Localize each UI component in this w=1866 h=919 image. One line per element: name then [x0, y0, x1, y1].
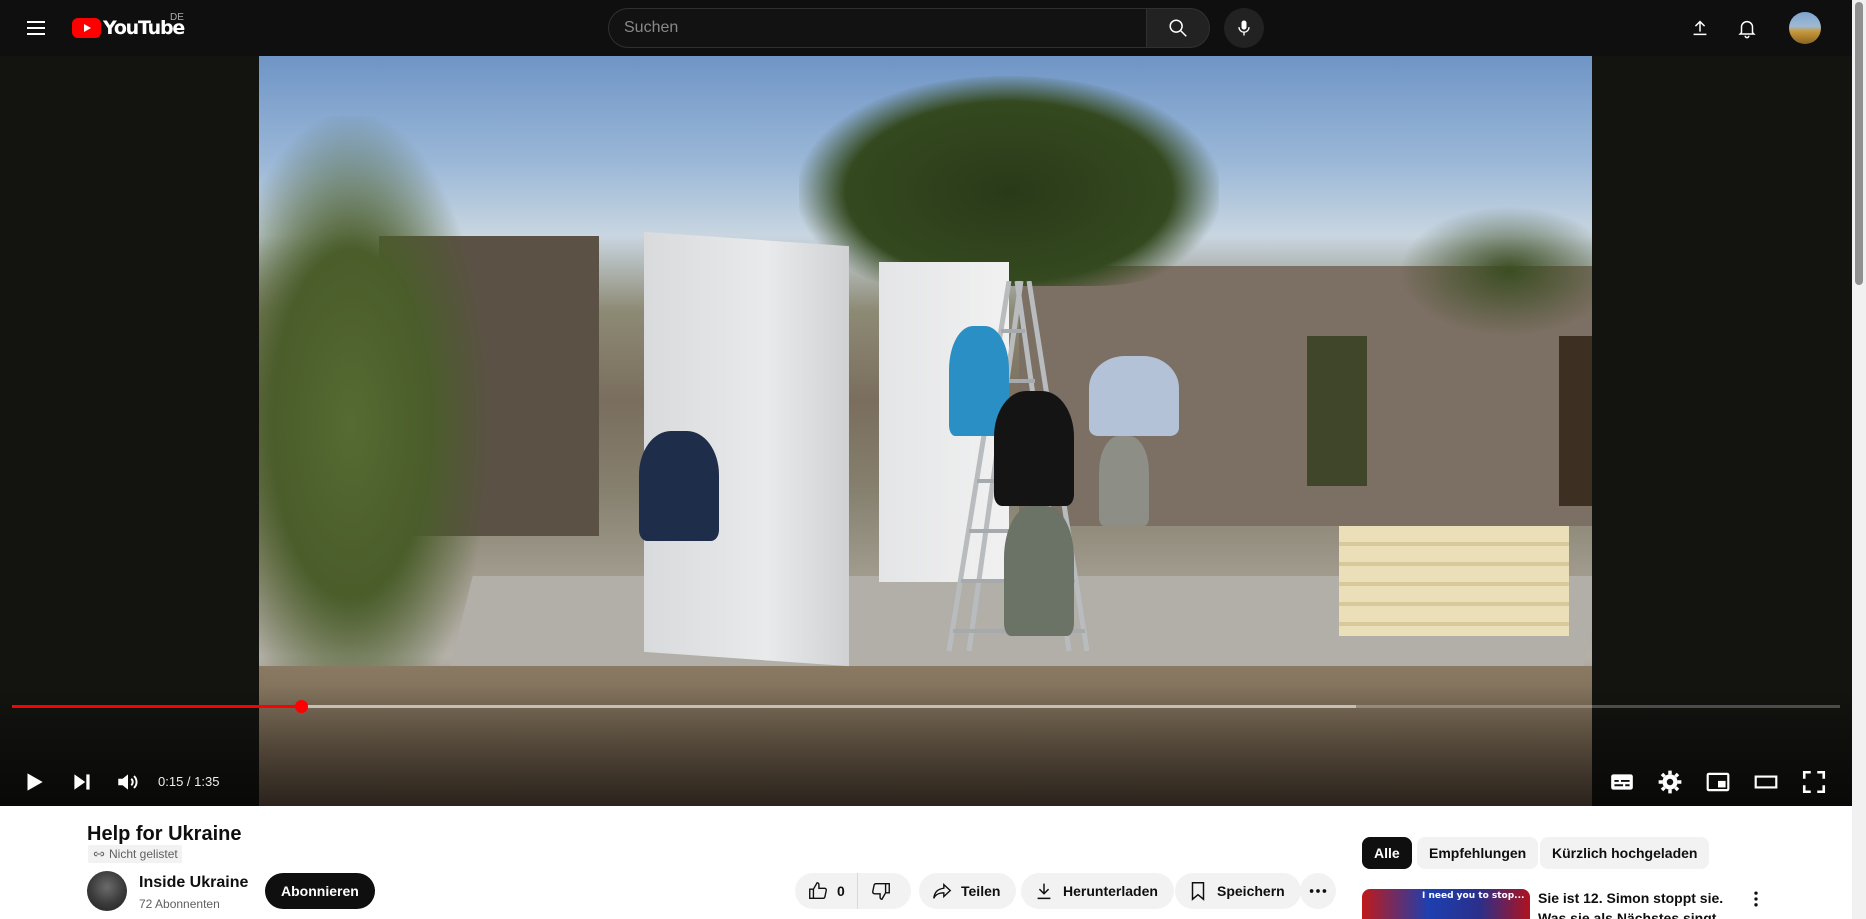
- share-icon: [933, 883, 952, 899]
- hamburger-menu-icon[interactable]: [16, 8, 56, 48]
- channel-name[interactable]: Inside Ukraine: [139, 872, 248, 894]
- page-scrollbar[interactable]: [1852, 0, 1866, 919]
- download-button[interactable]: Herunterladen: [1021, 873, 1174, 909]
- time-display: 0:15 / 1:35: [158, 774, 220, 789]
- save-button[interactable]: Speichern: [1175, 873, 1301, 909]
- search-bar: [608, 8, 1210, 48]
- microphone-icon: [1238, 20, 1250, 36]
- bookmark-icon: [1191, 882, 1205, 901]
- thumbs-down-icon: [871, 882, 890, 900]
- subtitles-icon: [1611, 774, 1633, 790]
- next-button[interactable]: [62, 762, 102, 802]
- progress-bar[interactable]: [12, 700, 1840, 714]
- theater-mode-button[interactable]: [1746, 762, 1786, 802]
- youtube-logo[interactable]: YouTube DE: [72, 12, 185, 39]
- link-icon: [93, 851, 105, 857]
- voice-search-button[interactable]: [1224, 8, 1264, 48]
- subtitles-button[interactable]: [1602, 762, 1642, 802]
- recommendation-thumbnail[interactable]: I need you to stop...: [1362, 889, 1530, 919]
- chip-all[interactable]: Alle: [1362, 837, 1412, 869]
- thumbnail-text: I need you to stop...: [1422, 891, 1525, 901]
- search-box: [608, 8, 1146, 48]
- more-actions-button[interactable]: [1300, 873, 1336, 909]
- unlisted-badge: Nicht gelistet: [88, 845, 182, 863]
- scrubber-handle[interactable]: [294, 700, 308, 713]
- account-avatar[interactable]: [1789, 12, 1821, 44]
- fullscreen-button[interactable]: [1794, 762, 1834, 802]
- upload-icon: [1693, 20, 1707, 36]
- theater-mode-icon: [1754, 775, 1778, 789]
- like-button[interactable]: 0: [795, 873, 858, 909]
- volume-icon: [118, 774, 138, 790]
- download-label: Herunterladen: [1063, 883, 1158, 899]
- video-player[interactable]: [0, 56, 1852, 806]
- play-button[interactable]: [14, 762, 54, 802]
- settings-button[interactable]: [1650, 762, 1690, 802]
- recommendation-title[interactable]: Sie ist 12. Simon stoppt sie. Was sie al…: [1538, 888, 1738, 919]
- notifications-button[interactable]: [1727, 8, 1767, 48]
- channel-avatar[interactable]: [87, 871, 127, 911]
- subscribe-button[interactable]: Abonnieren: [265, 873, 375, 909]
- bell-icon: [1738, 20, 1756, 39]
- miniplayer-icon: [1706, 772, 1730, 792]
- scrollbar-thumb[interactable]: [1855, 2, 1863, 285]
- share-label: Teilen: [961, 883, 1001, 899]
- search-button[interactable]: [1146, 8, 1210, 48]
- mute-button[interactable]: [108, 762, 148, 802]
- region-code: DE: [170, 12, 184, 23]
- recommendation-menu-button[interactable]: [1744, 887, 1768, 911]
- save-label: Speichern: [1217, 883, 1285, 899]
- play-icon: [27, 773, 43, 791]
- share-button[interactable]: Teilen: [919, 873, 1017, 909]
- download-icon: [1037, 883, 1051, 900]
- visibility-label: Nicht gelistet: [109, 847, 178, 861]
- gear-icon: [1658, 770, 1682, 794]
- played-bar: [12, 705, 301, 708]
- thumbs-up-icon: [809, 882, 827, 900]
- masthead: YouTube DE: [0, 0, 1852, 56]
- skip-next-icon: [74, 774, 90, 790]
- search-icon: [1169, 19, 1187, 37]
- chip-recommendations[interactable]: Empfehlungen: [1417, 837, 1539, 869]
- youtube-play-icon: [72, 18, 101, 38]
- dislike-button[interactable]: [858, 873, 904, 909]
- like-dislike-group: 0: [795, 873, 911, 909]
- video-title: Help for Ukraine: [87, 823, 242, 845]
- miniplayer-button[interactable]: [1698, 762, 1738, 802]
- chip-recently-uploaded[interactable]: Kürzlich hochgeladen: [1540, 837, 1710, 869]
- more-vertical-icon: [1754, 891, 1758, 907]
- like-count: 0: [837, 883, 845, 899]
- more-horizontal-icon: [1309, 889, 1327, 893]
- search-input[interactable]: [624, 19, 1131, 37]
- fullscreen-icon: [1802, 770, 1826, 794]
- subscriber-count: 72 Abonnenten: [139, 897, 220, 911]
- upload-button[interactable]: [1680, 8, 1720, 48]
